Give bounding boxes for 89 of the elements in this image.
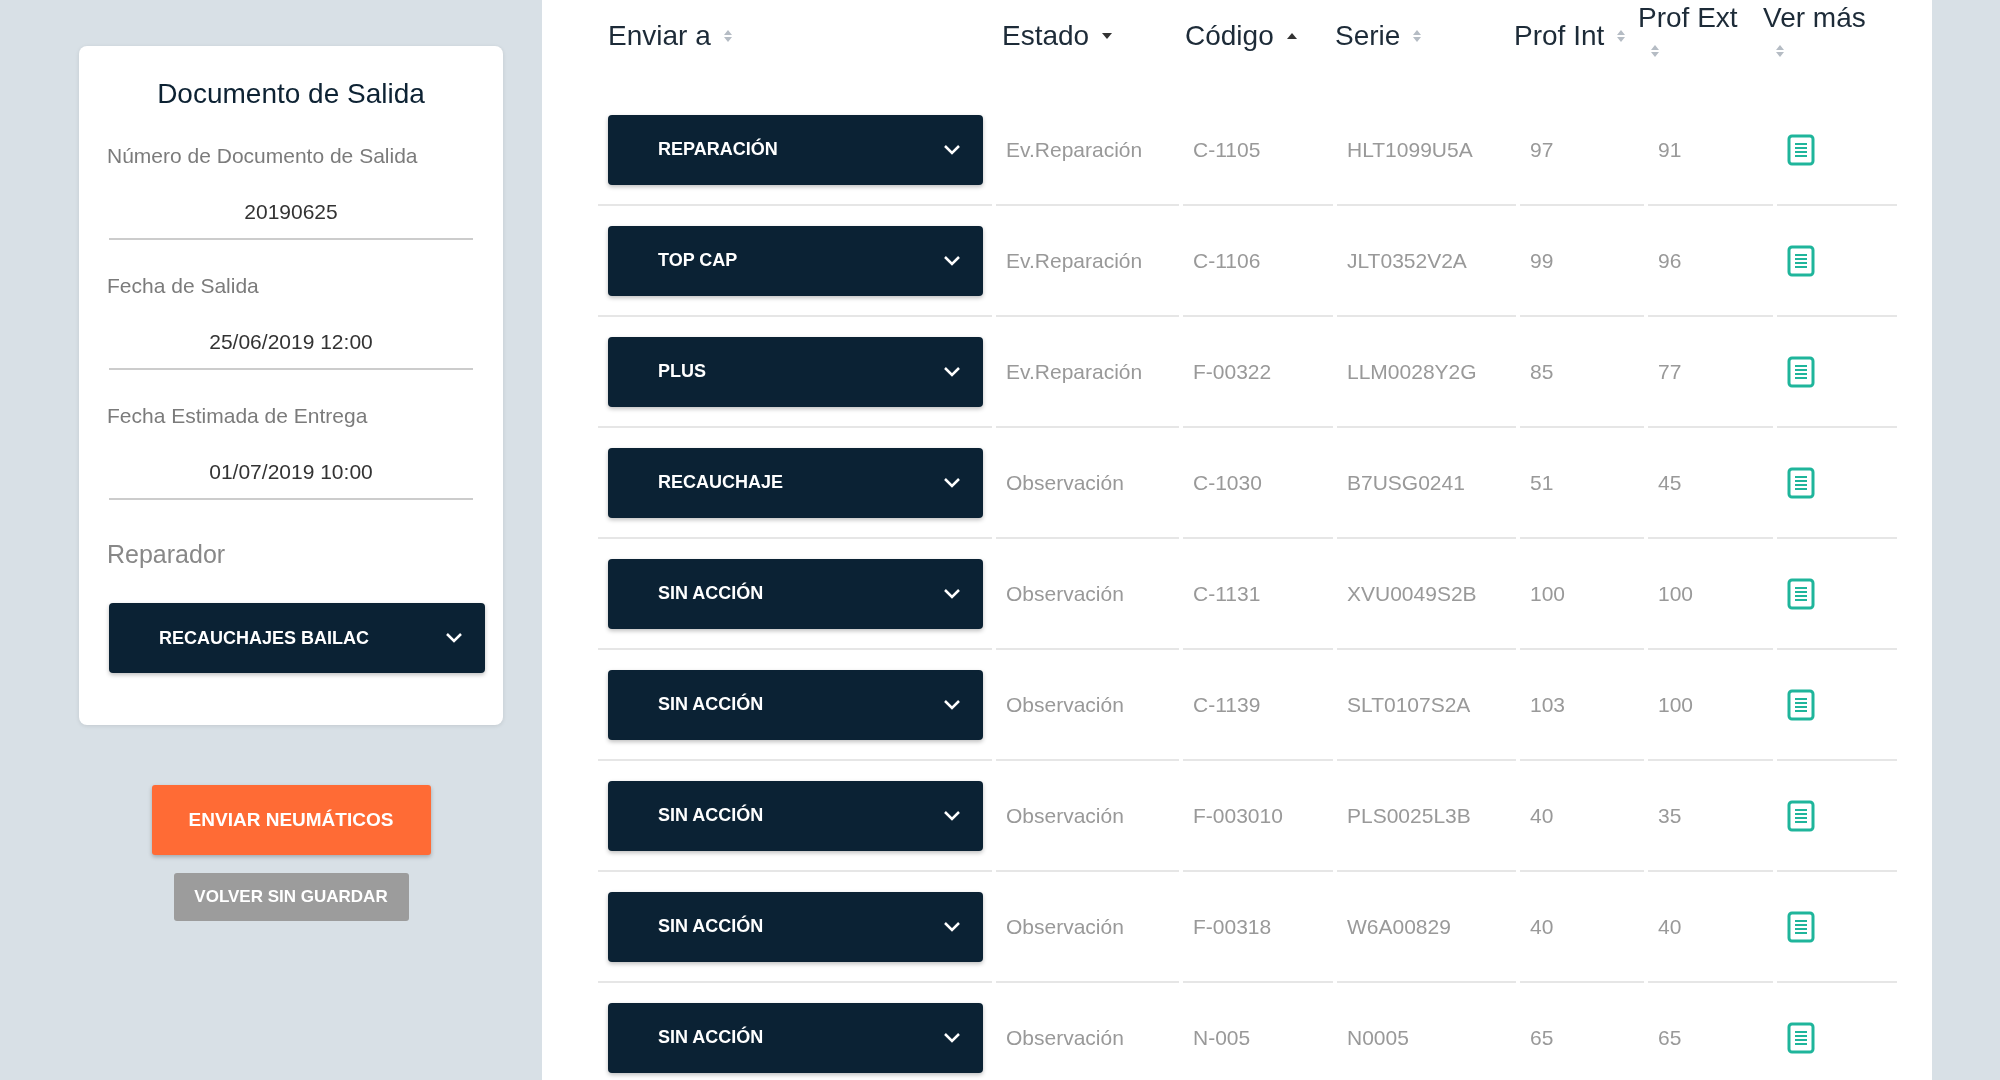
document-icon[interactable]: [1787, 577, 1815, 610]
table-cell: 85: [1530, 359, 1554, 384]
chevron-down-icon: [943, 809, 961, 822]
chevron-down-icon: [943, 254, 961, 267]
table-cell: Observación: [1006, 914, 1124, 939]
table-cell: Observación: [1006, 692, 1124, 717]
table-cell: 100: [1658, 581, 1694, 606]
send-to-dropdown[interactable]: REPARACIÓN: [608, 114, 983, 185]
column-header[interactable]: Serie: [1325, 0, 1504, 52]
field-label: Fecha Estimada de Entrega: [107, 404, 369, 428]
column-header[interactable]: Ver más: [1753, 0, 1873, 58]
repairer-dropdown[interactable]: RECAUCHAJES BAILAC: [109, 603, 485, 673]
table-cell: 65: [1658, 1025, 1682, 1050]
send-to-dropdown[interactable]: SIN ACCIÓN: [608, 780, 983, 851]
table-cell: 40: [1530, 914, 1554, 939]
chevron-down-icon: [943, 1031, 961, 1044]
table-cell: C-1139: [1193, 692, 1261, 717]
table-cell: F-00322: [1193, 359, 1272, 384]
document-icon[interactable]: [1787, 910, 1815, 943]
send-to-dropdown[interactable]: RECAUCHAJE: [608, 447, 983, 518]
chevron-down-icon: [943, 365, 961, 378]
chevron-down-icon: [445, 632, 463, 644]
column-header[interactable]: Estado: [992, 0, 1175, 52]
chevron-down-icon: [943, 476, 961, 489]
field-label: Fecha de Salida: [107, 274, 260, 298]
table-cell: 51: [1530, 470, 1554, 495]
table-cell: 65: [1530, 1025, 1554, 1050]
column-header[interactable]: Prof Ext: [1628, 0, 1753, 58]
send-to-dropdown[interactable]: SIN ACCIÓN: [608, 1002, 983, 1073]
column-header[interactable]: Enviar a: [598, 0, 992, 52]
table-cell: JLT0352V2A: [1347, 248, 1467, 273]
table-cell: PLS0025L3B: [1347, 803, 1471, 828]
table-cell: B7USG0241: [1347, 470, 1465, 495]
table-cell: 35: [1658, 803, 1682, 828]
table-cell: SLT0107S2A: [1347, 692, 1471, 717]
table-cell: HLT1099U5A: [1347, 137, 1473, 162]
document-icon[interactable]: [1787, 133, 1815, 166]
table-cell: 100: [1658, 692, 1694, 717]
table-cell: C-1030: [1193, 470, 1262, 495]
table-cell: 91: [1658, 137, 1682, 162]
table-cell: Observación: [1006, 581, 1124, 606]
input-field[interactable]: 20190625: [109, 200, 473, 240]
chevron-down-icon: [943, 143, 961, 156]
document-icon[interactable]: [1787, 1021, 1815, 1054]
table-cell: 40: [1530, 803, 1554, 828]
table-cell: Observación: [1006, 803, 1124, 828]
input-field[interactable]: 01/07/2019 10:00: [109, 460, 473, 500]
table-cell: 77: [1658, 359, 1682, 384]
table-cell: 103: [1530, 692, 1566, 717]
field-label: Reparador: [107, 540, 227, 569]
column-header[interactable]: Código: [1175, 0, 1325, 52]
document-icon[interactable]: [1787, 355, 1815, 388]
chevron-down-icon: [943, 587, 961, 600]
document-icon[interactable]: [1787, 688, 1815, 721]
table-cell: Ev.Reparación: [1006, 137, 1143, 162]
table-cell: F-003010: [1193, 803, 1283, 828]
table-cell: Observación: [1006, 1025, 1124, 1050]
send-to-dropdown[interactable]: PLUS: [608, 336, 983, 407]
table-cell: C-1105: [1193, 137, 1261, 162]
column-header[interactable]: Prof Int: [1504, 0, 1628, 52]
table-cell: N0005: [1347, 1025, 1409, 1050]
send-to-dropdown[interactable]: SIN ACCIÓN: [608, 669, 983, 740]
field-label: Número de Documento de Salida: [107, 144, 419, 168]
send-to-dropdown[interactable]: TOP CAP: [608, 225, 983, 296]
send-to-dropdown[interactable]: SIN ACCIÓN: [608, 558, 983, 629]
document-icon[interactable]: [1787, 244, 1815, 277]
document-icon[interactable]: [1787, 466, 1815, 499]
table-cell: 96: [1658, 248, 1682, 273]
table-cell: Observación: [1006, 470, 1124, 495]
table-cell: 40: [1658, 914, 1682, 939]
table-cell: 45: [1658, 470, 1682, 495]
table-cell: C-1106: [1193, 248, 1261, 273]
input-field[interactable]: 25/06/2019 12:00: [109, 330, 473, 370]
table-cell: N-005: [1193, 1025, 1251, 1050]
table-cell: 100: [1530, 581, 1566, 606]
chevron-down-icon: [943, 920, 961, 933]
document-icon[interactable]: [1787, 799, 1815, 832]
table-cell: Ev.Reparación: [1006, 248, 1143, 273]
table-cell: LLM0028Y2G: [1347, 359, 1477, 384]
table-cell: C-1131: [1193, 581, 1261, 606]
card-title: Documento de Salida: [156, 78, 426, 110]
table-cell: F-00318: [1193, 914, 1272, 939]
table-cell: W6A00829: [1347, 914, 1451, 939]
table-cell: XVU0049S2B: [1347, 581, 1477, 606]
table-cell: Ev.Reparación: [1006, 359, 1143, 384]
send-to-dropdown[interactable]: SIN ACCIÓN: [608, 891, 983, 962]
table-cell: 97: [1530, 137, 1554, 162]
chevron-down-icon: [943, 698, 961, 711]
table-cell: 99: [1530, 248, 1554, 273]
